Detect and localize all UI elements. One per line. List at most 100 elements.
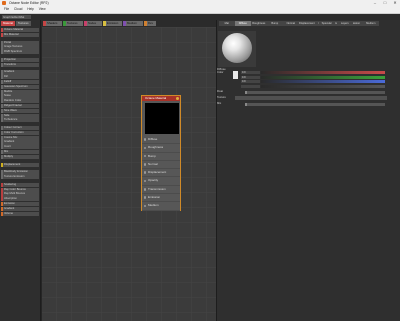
channel-tab[interactable]: Roughness	[251, 21, 267, 26]
node-list-item[interactable]: Emission	[1, 202, 39, 207]
texture-dropdown[interactable]	[235, 96, 387, 100]
graph-tab[interactable]: Textures	[63, 21, 83, 26]
node-list-item[interactable]: Gradient	[1, 70, 39, 75]
node-input-pin[interactable]: Emission	[142, 194, 180, 203]
param-mix-label: Mix	[217, 102, 222, 105]
node-list-item[interactable]: Texture Emission	[1, 175, 39, 180]
node-graph-canvas[interactable]	[41, 27, 216, 321]
pin-dot[interactable]	[143, 188, 146, 191]
node-list-label: Ray Color Bounce	[4, 187, 26, 191]
channel-tab[interactable]: Mat	[219, 21, 235, 26]
menu-file[interactable]: File	[4, 6, 9, 13]
node-input-pin[interactable]: Normal	[142, 161, 180, 170]
param-slider[interactable]	[261, 80, 385, 83]
node-list-item[interactable]: Turbulence	[1, 118, 39, 123]
node-list-item[interactable]: Cosine Mix	[1, 135, 39, 140]
pin-dot[interactable]	[143, 179, 146, 183]
node-list-item[interactable]: Side	[1, 113, 39, 118]
graph-tab[interactable]: Shaders	[43, 21, 62, 26]
graph-tab[interactable]: Emission	[103, 21, 122, 26]
node-input-pin[interactable]: Diffuse	[142, 136, 180, 145]
pin-dot[interactable]	[143, 204, 146, 208]
node-list-item[interactable]: Blackbody Emission	[1, 170, 39, 175]
pin-dot[interactable]	[143, 146, 146, 150]
node-input-pin[interactable]: Opacity	[142, 177, 180, 186]
param-value[interactable]	[241, 84, 260, 88]
param-slider[interactable]	[261, 71, 385, 74]
tab-material[interactable]: Material	[1, 21, 15, 26]
pin-dot[interactable]	[143, 196, 146, 199]
node-list-item[interactable]: Ray Multi Bounce	[1, 192, 39, 197]
node-list-item[interactable]: Marble	[1, 89, 39, 94]
node-list-item[interactable]: Random Color	[1, 99, 39, 104]
node-list-item[interactable]: Dirt	[1, 75, 39, 80]
output-pin[interactable]	[176, 97, 179, 100]
node-list-item[interactable]: Gradient	[1, 140, 39, 145]
menu-view[interactable]: View	[39, 6, 46, 13]
channel-tab[interactable]: Diffuse	[235, 21, 251, 26]
slider-fill	[261, 75, 385, 79]
node-list-item[interactable]: Noise	[1, 94, 39, 99]
mix-slider[interactable]	[245, 102, 385, 106]
channel-tab[interactable]: Normal	[283, 21, 299, 26]
node-input-pin[interactable]: Displacement	[142, 169, 180, 178]
node-list-item[interactable]: Image Textures	[1, 45, 39, 50]
node-list-item[interactable]: Volume	[1, 211, 39, 216]
tab-textures[interactable]: Textures	[15, 21, 31, 26]
node-header[interactable]: Octane Material	[142, 96, 180, 101]
graph-tab[interactable]: Dev	[144, 21, 156, 26]
graph-tab[interactable]: Medium	[123, 21, 143, 26]
node-list-item[interactable]: Color Correction	[1, 130, 39, 136]
node-list-item[interactable]: Mix	[1, 149, 39, 155]
category-swatch	[1, 50, 3, 55]
node-list-item[interactable]: RGB Spectrum	[1, 50, 39, 55]
node-input-pin[interactable]: Roughness	[142, 144, 180, 153]
pin-dot[interactable]	[143, 138, 146, 141]
channel-tab[interactable]: Bump	[267, 21, 283, 26]
color-swatch[interactable]	[233, 71, 238, 79]
channel-tab[interactable]: Specular	[319, 21, 335, 26]
node-list-item[interactable]: Absorption	[1, 197, 39, 202]
node-list-item[interactable]: Displacement	[1, 162, 39, 167]
param-value[interactable]: 0.9	[241, 80, 260, 83]
node-list-item[interactable]: Falloff	[1, 80, 39, 85]
pin-dot[interactable]	[143, 163, 146, 166]
node-list-item[interactable]: Multiply	[1, 154, 39, 159]
node-list-item[interactable]: Gradient	[1, 206, 39, 211]
node-list-item[interactable]: Sine Wave	[1, 108, 39, 113]
octane-material-node[interactable]: Octane Material Diffuse Roughness Bump Norm…	[141, 95, 181, 211]
node-list-item[interactable]: Ray Color Bounce	[1, 187, 39, 192]
param-value[interactable]: 0.9	[241, 71, 260, 74]
param-slider[interactable]	[261, 75, 385, 79]
node-list-item[interactable]: Projection	[1, 57, 39, 63]
menu-cloud[interactable]: Cloud	[14, 6, 22, 13]
node-input-pin[interactable]: Bump	[142, 153, 180, 161]
node-input-pin[interactable]: Transmission	[142, 186, 180, 195]
pin-dot[interactable]	[143, 154, 146, 158]
node-input-pin[interactable]: Medium	[142, 202, 180, 211]
pin-label: Emission	[148, 195, 161, 200]
channel-tab[interactable]: Layers	[337, 21, 353, 26]
node-list-item[interactable]: Invert	[1, 145, 39, 150]
float-slider[interactable]	[245, 90, 385, 94]
node-list-item[interactable]: Mix Material	[1, 32, 39, 37]
channel-tab[interactable]: Medium	[363, 21, 379, 26]
node-list-item[interactable]: Scattering	[1, 182, 39, 188]
pin-label: Normal	[148, 161, 158, 166]
node-list-label: Colour Correct	[4, 126, 22, 130]
param-value[interactable]: 0.9	[241, 75, 260, 79]
node-list-item[interactable]: Ridged Fractal	[1, 103, 39, 109]
pin-dot[interactable]	[143, 171, 146, 174]
param-slider[interactable]	[261, 84, 385, 88]
node-list-item[interactable]: Gaussian Spectrum	[1, 84, 39, 89]
node-list-item[interactable]: Colour Correct	[1, 126, 39, 131]
node-list-item[interactable]: Octane Material	[1, 28, 39, 33]
graph-path-field[interactable]: Graph Editor/Mat	[2, 15, 31, 19]
menu-help[interactable]: Help	[27, 6, 34, 13]
node-list-item[interactable]: Transform	[1, 62, 39, 67]
category-swatch	[1, 192, 3, 197]
channel-tab[interactable]: Displacement	[299, 21, 315, 26]
node-list-item[interactable]: Portal	[1, 40, 39, 45]
node-list-label: Noise	[4, 94, 11, 98]
graph-tab[interactable]: Nodes	[84, 21, 102, 26]
